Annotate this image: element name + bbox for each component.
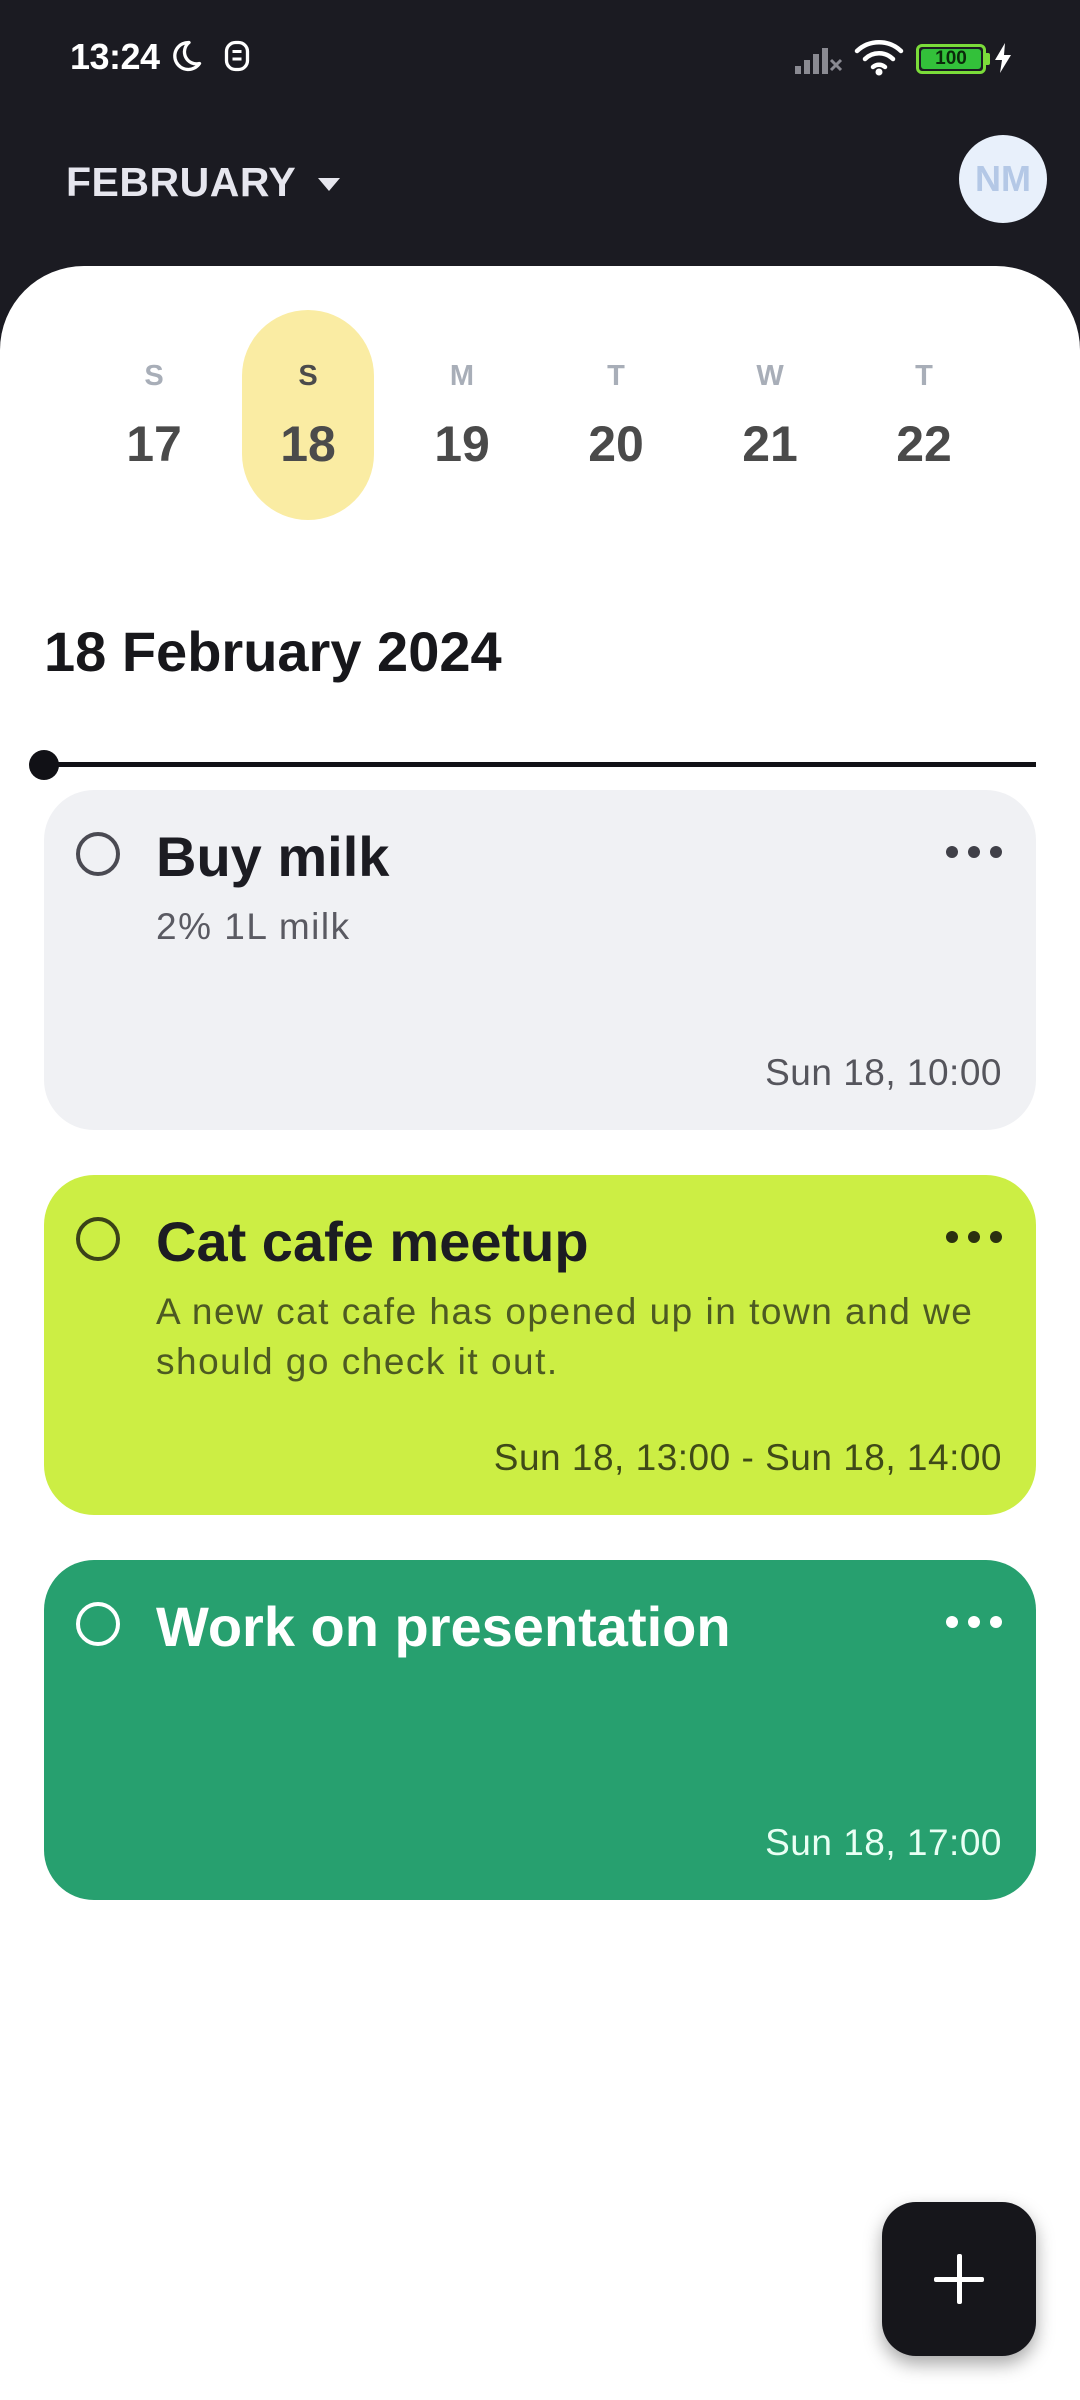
timeline-line — [44, 762, 1036, 767]
charging-icon — [995, 43, 1011, 73]
add-task-button[interactable] — [882, 2202, 1036, 2356]
day-19[interactable]: M 19 — [396, 310, 528, 520]
month-selector[interactable]: FEBRUARY — [66, 152, 341, 212]
day-number: 22 — [896, 416, 952, 472]
day-letter: W — [756, 360, 784, 392]
task-card-cat-cafe[interactable]: Cat cafe meetup A new cat cafe has opene… — [44, 1175, 1036, 1515]
task-description: 2% 1L milk — [156, 906, 351, 947]
day-number: 18 — [280, 416, 336, 472]
task-time: Sun 18, 17:00 — [765, 1822, 1002, 1863]
month-label: FEBRUARY — [66, 158, 297, 205]
battery-icon: 100 — [916, 44, 986, 74]
day-letter: T — [915, 360, 933, 392]
day-20[interactable]: T 20 — [550, 310, 682, 520]
avatar[interactable]: NM — [959, 135, 1047, 223]
day-18-selected[interactable]: S 18 — [242, 310, 374, 520]
main-sheet: S 17 S 18 M 19 T 20 W 21 T 22 18 Februar… — [0, 266, 1080, 2400]
day-letter: T — [607, 360, 625, 392]
caret-down-icon — [318, 177, 341, 191]
task-checkbox[interactable] — [76, 832, 120, 876]
battery-cap — [986, 53, 990, 65]
battery-level: 100 — [921, 49, 981, 69]
day-number: 20 — [588, 416, 644, 472]
week-strip: S 17 S 18 M 19 T 20 W 21 T 22 — [0, 266, 1080, 526]
signal-icon — [795, 48, 843, 74]
task-time: Sun 18, 10:00 — [765, 1052, 1002, 1093]
alarm-icon — [224, 40, 250, 72]
more-options-icon[interactable] — [946, 1231, 1002, 1245]
app-header: FEBRUARY NM — [0, 92, 1080, 272]
day-number: 21 — [742, 416, 798, 472]
day-number: 19 — [434, 416, 490, 472]
moon-icon — [173, 40, 202, 72]
status-time: 13:24 — [70, 36, 160, 77]
more-options-icon[interactable] — [946, 1616, 1002, 1630]
task-checkbox[interactable] — [76, 1217, 120, 1261]
task-checkbox[interactable] — [76, 1602, 120, 1646]
day-letter: S — [298, 360, 318, 392]
day-17[interactable]: S 17 — [88, 310, 220, 520]
task-card-buy-milk[interactable]: Buy milk 2% 1L milk Sun 18, 10:00 — [44, 790, 1036, 1130]
date-heading: 18 February 2024 — [44, 620, 502, 683]
wifi-icon — [854, 40, 904, 76]
day-letter: S — [144, 360, 164, 392]
task-card-presentation[interactable]: Work on presentation Sun 18, 17:00 — [44, 1560, 1036, 1900]
day-22[interactable]: T 22 — [858, 310, 990, 520]
day-number: 17 — [126, 416, 182, 472]
task-title: Work on presentation — [156, 1595, 731, 1658]
task-time: Sun 18, 13:00 - Sun 18, 14:00 — [493, 1437, 1002, 1478]
more-options-icon[interactable] — [946, 846, 1002, 860]
day-letter: M — [449, 360, 475, 392]
task-title: Cat cafe meetup — [156, 1210, 589, 1273]
task-title: Buy milk — [156, 825, 390, 888]
task-description: A new cat cafe has opened up in town and… — [156, 1291, 974, 1382]
day-21[interactable]: W 21 — [704, 310, 836, 520]
status-bar: 13:24 100 — [0, 0, 1080, 92]
